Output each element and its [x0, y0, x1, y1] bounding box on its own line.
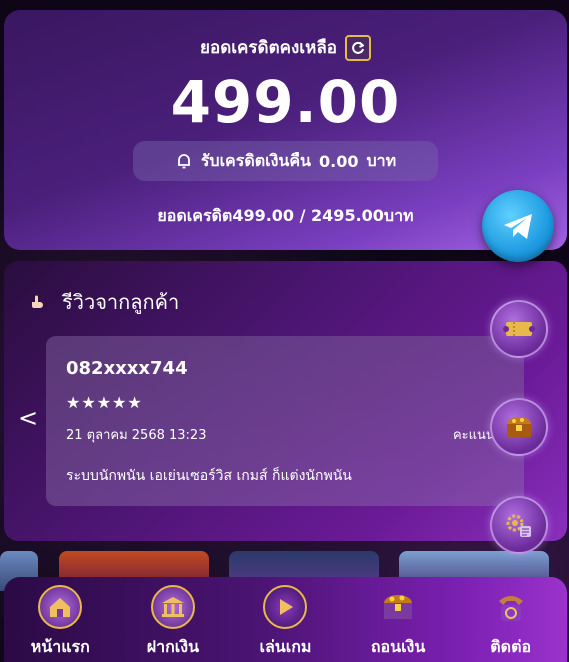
telegram-button[interactable]	[482, 190, 554, 262]
play-icon	[263, 585, 308, 629]
review-header: รีวิวจากลูกค้า	[28, 286, 179, 318]
nav-item-contact[interactable]: ติดต่อ	[461, 585, 561, 660]
bank-icon	[150, 585, 195, 629]
review-phone: 082xxxx744	[66, 358, 188, 379]
telephone-icon	[489, 585, 533, 629]
nav-item-play[interactable]: เล่นเกม	[235, 585, 335, 660]
nav-label: เล่นเกม	[259, 637, 312, 656]
cashback-amount: 0.00	[318, 151, 359, 171]
bottom-nav: หน้าแรก ฝากเงิน เล่นเกม ถอนเงิน ติดต่อ	[4, 577, 567, 662]
refresh-button[interactable]	[344, 34, 371, 61]
review-meta: 21 ตุลาคม 2568 13:23 คะแนน (	[66, 424, 504, 445]
treasure-button[interactable]	[490, 398, 548, 456]
review-title: รีวิวจากลูกค้า	[62, 290, 180, 314]
nav-label: หน้าแรก	[30, 637, 90, 656]
nav-label: ติดต่อ	[490, 637, 532, 656]
balance-label-row: ยอดเครดิตคงเหลือ	[4, 34, 567, 61]
review-text: ระบบนักพนัน เอเย่นเซอร์วิส เกมส์ ก็แต่งน…	[66, 468, 352, 484]
nav-label: ถอนเงิน	[370, 637, 426, 656]
nav-item-deposit[interactable]: ฝากเงิน	[123, 585, 223, 660]
balance-card: ยอดเครดิตคงเหลือ 499.00 รับเครดิตเงินคืน…	[4, 10, 567, 250]
settings-button[interactable]	[490, 496, 548, 554]
review-stars: ★★★★★	[66, 393, 143, 412]
nav-item-home[interactable]: หน้าแรก	[10, 585, 110, 660]
coupon-button[interactable]	[490, 300, 548, 358]
hand-point-icon	[32, 295, 43, 308]
balance-amount: 499.00	[170, 68, 401, 136]
coupon-icon	[503, 322, 535, 336]
cashback-currency: บาท	[366, 150, 397, 170]
home-icon	[38, 585, 83, 629]
review-item: 082xxxx744 ★★★★★ 21 ตุลาคม 2568 13:23 คะ…	[46, 336, 524, 506]
telegram-icon	[504, 214, 532, 239]
nav-label: ฝากเงิน	[146, 637, 200, 656]
treasure-chest-icon	[376, 585, 420, 629]
review-prev-button[interactable]: <	[18, 404, 38, 432]
bell-icon	[177, 154, 190, 169]
gear-icon	[506, 514, 531, 537]
nav-item-withdraw[interactable]: ถอนเงิน	[348, 585, 448, 660]
treasure-chest-icon	[507, 417, 531, 437]
balance-label: ยอดเครดิตคงเหลือ	[200, 38, 337, 58]
cashback-label: รับเครดิตเงินคืน	[200, 150, 311, 170]
refresh-icon	[352, 41, 364, 54]
review-date: 21 ตุลาคม 2568 13:23	[66, 428, 207, 443]
cashback-button[interactable]: รับเครดิตเงินคืน 0.00 บาท	[133, 141, 438, 181]
